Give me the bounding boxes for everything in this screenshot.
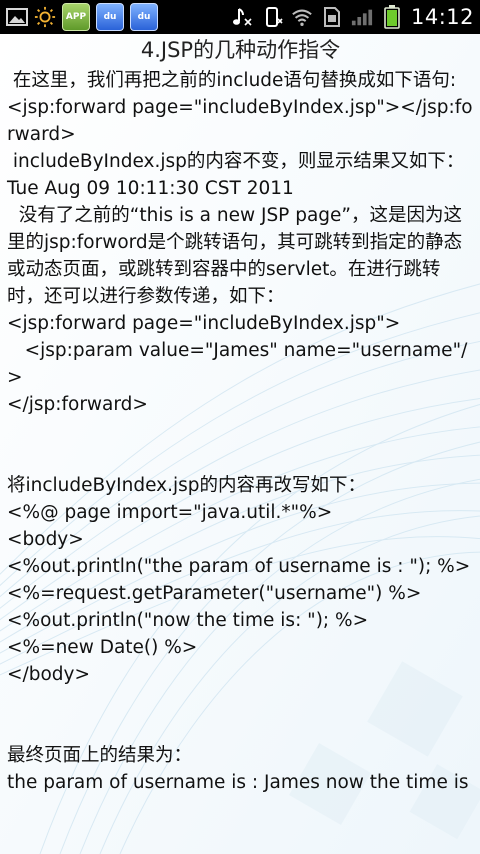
code-line: <jsp:forward page="includeByIndex.jsp">	[7, 313, 401, 334]
paragraph: 将includeByIndex.jsp的内容再改写如下：	[7, 475, 366, 496]
code-line: </jsp:forward>	[7, 394, 148, 415]
paragraph: 在这里，我们再把之前的include语句替换成如下语句:	[7, 70, 457, 91]
paragraph: 最终页面上的结果为：	[7, 745, 193, 766]
article-title: 4.JSP的几种动作指令	[140, 38, 341, 62]
baidu-label: du	[103, 12, 117, 22]
paragraph: 没有了之前的“this is a new JSP page”，这是因为这里的js…	[7, 205, 463, 307]
code-line: <%@ page import="java.util.*"%>	[7, 502, 333, 523]
notification-icons: APP du du	[0, 3, 158, 31]
article-page[interactable]: 4.JSP的几种动作指令 在这里，我们再把之前的include语句替换成如下语句…	[0, 34, 480, 854]
sim-icon	[321, 6, 343, 28]
date-output: Tue Aug 09 10:11:30 CST 2011	[7, 178, 294, 199]
code-line: <body>	[7, 529, 84, 550]
brightness-icon	[34, 6, 56, 28]
code-line: <%out.println("now the time is: "); %>	[7, 610, 369, 631]
app-store-icon: APP	[62, 3, 90, 31]
signal-icon	[351, 6, 373, 28]
code-line: <jsp:param value="James" name="username"…	[7, 340, 468, 388]
wifi-icon	[291, 6, 313, 28]
app-store-label: APP	[65, 12, 87, 22]
baidu-icon: du	[130, 3, 158, 31]
vibrate-icon	[261, 6, 283, 28]
article-content: 4.JSP的几种动作指令 在这里，我们再把之前的include语句替换成如下语句…	[0, 34, 480, 796]
result-output: the param of username is : James now the…	[7, 772, 469, 793]
gallery-icon	[6, 6, 28, 28]
code-line: <%=request.getParameter("username") %>	[7, 583, 422, 604]
baidu-label: du	[137, 12, 151, 22]
status-time: 14:12	[410, 5, 474, 29]
code-line: <%=new Date() %>	[7, 637, 198, 658]
baidu-icon: du	[96, 3, 124, 31]
paragraph: includeByIndex.jsp的内容不变，则显示结果又如下：	[7, 151, 465, 172]
system-icons: 14:12	[231, 5, 480, 29]
status-bar: APP du du 14:12	[0, 0, 480, 34]
music-icon	[231, 6, 253, 28]
code-line: <%out.println("the param of username is …	[7, 556, 471, 577]
battery-icon	[381, 5, 403, 29]
code-line: <jsp:forward page="includeByIndex.jsp"><…	[7, 97, 473, 145]
code-line: </body>	[7, 664, 90, 685]
